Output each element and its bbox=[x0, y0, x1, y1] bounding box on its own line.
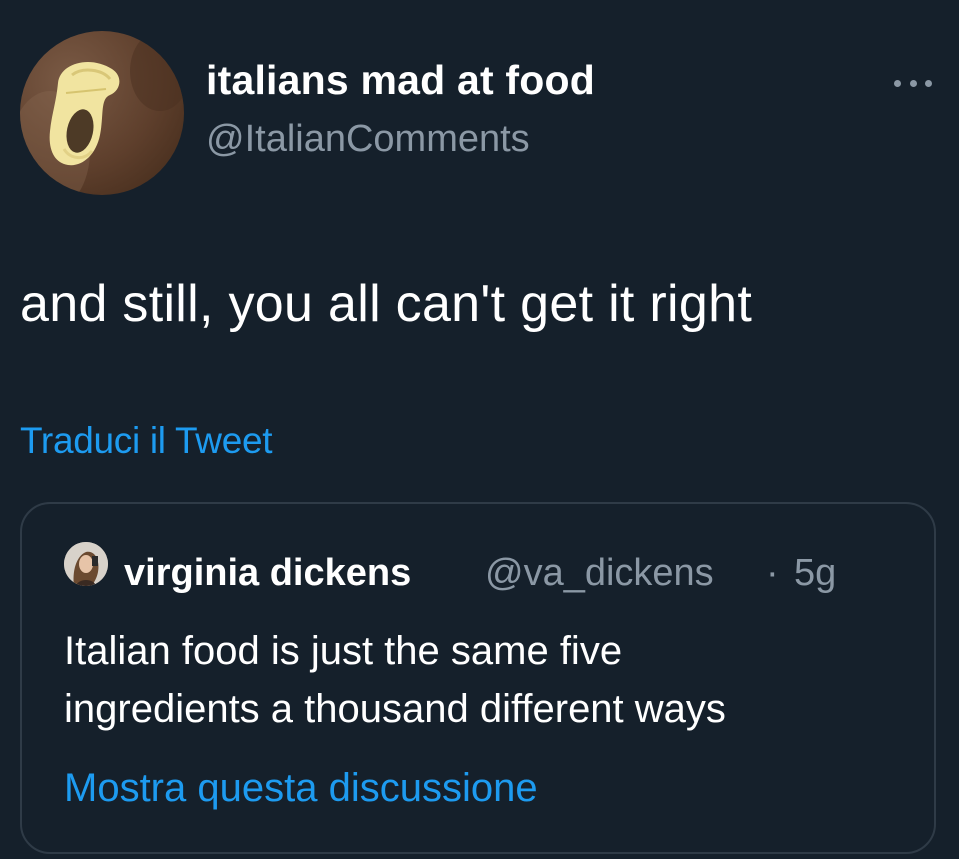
user-handle[interactable]: @ItalianComments bbox=[206, 118, 530, 161]
quoted-avatar[interactable] bbox=[64, 542, 108, 586]
quoted-tweet[interactable]: virginia dickens @va_dickens · 5g Italia… bbox=[20, 502, 936, 854]
quoted-display-name[interactable]: virginia dickens bbox=[124, 552, 411, 595]
meta-separator: · bbox=[766, 552, 779, 594]
show-thread-link[interactable]: Mostra questa discussione bbox=[64, 766, 538, 811]
quoted-text-line: ingredients a thousand different ways bbox=[64, 687, 726, 731]
translate-tweet-link[interactable]: Traduci il Tweet bbox=[20, 420, 273, 462]
quoted-user-handle[interactable]: @va_dickens bbox=[485, 552, 714, 595]
more-dot bbox=[925, 79, 932, 87]
quoted-timestamp[interactable]: 5g bbox=[794, 552, 836, 595]
profile-avatar[interactable] bbox=[20, 31, 184, 195]
pasta-shell-icon bbox=[20, 31, 184, 195]
quoted-text-line: Italian food is just the same five bbox=[64, 629, 623, 673]
more-dot bbox=[909, 79, 917, 87]
more-dot bbox=[894, 79, 901, 87]
profile-photo-icon bbox=[64, 542, 108, 586]
more-options-icon[interactable] bbox=[890, 66, 936, 100]
display-name[interactable]: italians mad at food bbox=[206, 57, 595, 104]
quoted-tweet-text: Italian food is just the same five ingre… bbox=[64, 622, 924, 738]
tweet-text: and still, you all can't get it right bbox=[20, 275, 753, 333]
tweet: italians mad at food @ItalianComments an… bbox=[0, 0, 959, 859]
